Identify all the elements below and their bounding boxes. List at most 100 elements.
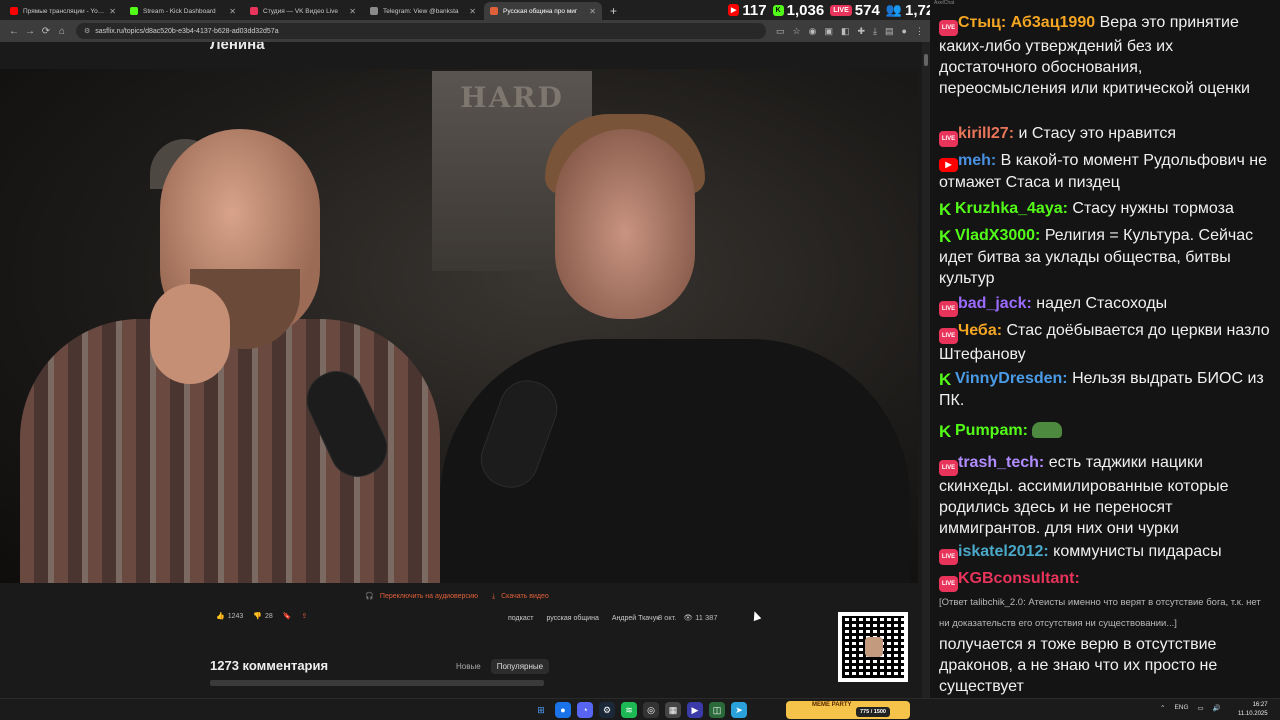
qr-code: [838, 612, 908, 682]
volume-icon[interactable]: 🔊: [1213, 704, 1221, 712]
profile-icon[interactable]: ●: [902, 26, 907, 37]
scrollbar-thumb[interactable]: [924, 54, 928, 66]
close-icon[interactable]: ✕: [589, 7, 596, 16]
bookmark-icon: 🔖: [282, 613, 292, 620]
language-indicator[interactable]: ENG: [1174, 704, 1188, 712]
extension-icon[interactable]: ▣: [824, 26, 833, 37]
app-icon[interactable]: ◫: [709, 702, 725, 718]
meme-party-widget: MEME PARTY 775 / 1500: [786, 701, 910, 719]
download-video-link[interactable]: ⤓ Скачать видео: [492, 593, 553, 600]
chat-message: K VladX3000: Религия = Культура. Сейчас и…: [939, 225, 1273, 289]
cast-icon[interactable]: ▭: [776, 26, 785, 37]
download-icon[interactable]: ⤓: [873, 26, 877, 37]
chat-username: Kruzhka_4aya:: [955, 200, 1068, 217]
tab-kick-dashboard[interactable]: Stream - Kick Dashboard ✕: [124, 2, 242, 20]
tab-title: Студия — VK Видео Live: [263, 7, 339, 15]
home-icon[interactable]: ⌂: [54, 26, 70, 37]
bookmark-button[interactable]: 🔖: [283, 612, 292, 620]
host-left-hand: [150, 284, 230, 384]
dislike-button[interactable]: 👎 28: [253, 612, 273, 621]
sort-new-tab[interactable]: Новые: [450, 659, 487, 674]
network-icon[interactable]: ▭: [1198, 704, 1204, 712]
sidebar-icon[interactable]: ▤: [885, 26, 894, 37]
link-label: Скачать видео: [501, 593, 549, 600]
chat-text: надел Стасоходы: [1031, 295, 1168, 312]
puzzle-icon[interactable]: ✚: [857, 26, 865, 37]
system-tray: ⌃ ENG ▭ 🔊: [1160, 704, 1221, 712]
address-bar[interactable]: ⚙ sasflix.ru/topics/d8ac520b-e3b4-4137-b6…: [76, 23, 766, 39]
spotify-icon[interactable]: ≋: [621, 702, 637, 718]
comments-heading: 1273 комментария: [210, 658, 329, 673]
system-clock[interactable]: 16:27 11.10.2025: [1238, 701, 1268, 719]
tag-item[interactable]: русская община: [543, 613, 601, 624]
extension-icon[interactable]: ◧: [841, 26, 850, 37]
bookmark-star-icon[interactable]: ☆: [793, 26, 801, 37]
close-icon[interactable]: ✕: [229, 7, 236, 16]
close-icon[interactable]: ✕: [469, 7, 476, 16]
tab-vk-studio[interactable]: Студия — VK Видео Live ✕: [244, 2, 362, 20]
kick-icon: K: [939, 200, 952, 219]
count-value: 574: [854, 1, 880, 19]
chat-overlay: AxelChat LIVE Стыц: Аб3ац1990 Вера это пр…: [930, 0, 1280, 698]
tab-telegram[interactable]: Telegram: View @banksta ✕: [364, 2, 482, 20]
tray-chevron-icon[interactable]: ⌃: [1160, 704, 1165, 712]
tab-youtube-live[interactable]: Прямые трансляции - YouTube✕: [4, 2, 122, 20]
vk-live-icon: LIVE: [939, 131, 958, 147]
reload-icon[interactable]: ⟳: [38, 26, 54, 37]
video-meta: 8 окт. 👁 11 387: [658, 613, 718, 622]
page-scrollbar[interactable]: [922, 42, 930, 698]
chat-message: LIVE Стыц: Аб3ац1990 Вера это принятие ка…: [939, 12, 1273, 99]
viewer-counters: ▶ 117 K 1,036 LIVE 574 👥 1,727: [728, 0, 943, 20]
close-icon[interactable]: ✕: [349, 7, 356, 16]
chat-text: и Стасу это нравится: [1014, 125, 1177, 142]
share-button[interactable]: ⇪: [302, 612, 308, 620]
media-player-icon[interactable]: ▶: [687, 702, 703, 718]
steam-icon[interactable]: ⚙: [599, 702, 615, 718]
site-icon: [490, 7, 498, 15]
tag-item[interactable]: подкаст: [505, 613, 536, 624]
app-icon[interactable]: ▦: [665, 702, 681, 718]
audio-version-link[interactable]: 🎧 Переключить на аудиоверсию: [365, 593, 482, 600]
chat-message: LIVE kirill27: и Стасу это нравится: [939, 123, 1273, 147]
chat-username: VinnyDresden:: [955, 370, 1068, 387]
chat-username: meh:: [958, 152, 997, 169]
back-icon[interactable]: ←: [6, 26, 22, 37]
forward-icon[interactable]: →: [22, 26, 38, 37]
kick-viewer-count: K 1,036: [772, 2, 824, 19]
thumbs-up-icon: 👍: [216, 613, 225, 620]
site-info-icon[interactable]: ⚙: [84, 27, 90, 35]
extension-icon[interactable]: ◉: [809, 26, 817, 37]
like-button[interactable]: 👍 1243: [216, 612, 243, 621]
start-menu-icon[interactable]: ⊞: [533, 702, 549, 718]
toolbar-icons: ▭ ☆ ◉ ▣ ◧ ✚ ⤓ ▤ ● ⋮: [776, 26, 924, 37]
chat-message: K Pumpam:: [939, 420, 1273, 442]
telegram-icon[interactable]: ➤: [731, 702, 747, 718]
guest-right-head: [555, 129, 695, 319]
sort-popular-tab[interactable]: Популярные: [490, 659, 550, 674]
chat-username: iskatel2012:: [958, 543, 1049, 560]
pepe-emote: [1031, 422, 1062, 438]
vk-viewer-count: LIVE 574: [830, 2, 880, 19]
close-icon[interactable]: ✕: [109, 7, 116, 16]
tag-item[interactable]: Андрей Ткачук: [609, 613, 662, 624]
chat-username: Pumpam:: [955, 422, 1028, 439]
new-tab-button[interactable]: +: [610, 2, 617, 20]
windows-taskbar: ⊞ ● ◔ ⚙ ≋ ◎ ▦ ▶ ◫ ➤ MEME PARTY 775 / 1500…: [0, 698, 1280, 720]
chat-username: KGBconsultant:: [958, 570, 1080, 587]
video-player[interactable]: HARD: [0, 69, 918, 583]
vk-live-icon: LIVE: [939, 460, 958, 476]
comment-input[interactable]: [210, 680, 544, 686]
youtube-icon: [10, 7, 18, 15]
meme-party-progress: 775 / 1500: [856, 707, 890, 717]
chat-message: LIVE iskatel2012: коммунисты пидарасы: [939, 541, 1273, 565]
obs-icon[interactable]: ◎: [643, 702, 659, 718]
discord-icon[interactable]: ◔: [577, 702, 593, 718]
chat-message: LIVE trash_tech: есть таджики нацики скин…: [939, 452, 1273, 539]
chat-text: Стасу нужны тормоза: [1067, 200, 1234, 217]
kick-icon: K: [939, 422, 952, 441]
vk-icon: [250, 7, 258, 15]
tab-active-video[interactable]: Русская община про миг ✕: [484, 2, 602, 20]
menu-icon[interactable]: ⋮: [915, 26, 924, 37]
chrome-icon[interactable]: ●: [555, 702, 571, 718]
kick-icon: K: [772, 4, 784, 16]
